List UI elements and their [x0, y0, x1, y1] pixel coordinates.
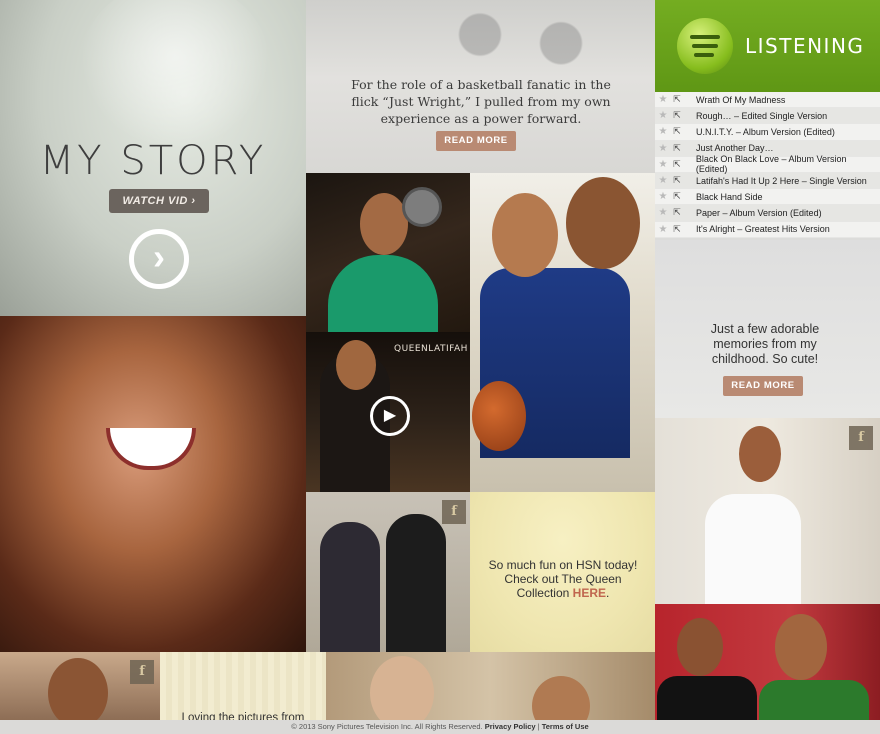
share-icon[interactable]: ⇱: [670, 143, 684, 154]
my-story-tile: MY STORY WATCH VID › ›: [0, 0, 306, 316]
track-title: Black Hand Side: [696, 191, 763, 202]
privacy-policy-link[interactable]: Privacy Policy: [485, 722, 536, 731]
share-icon[interactable]: ⇱: [670, 207, 684, 218]
track-title: Paper – Album Version (Edited): [696, 207, 822, 218]
share-icon[interactable]: ⇱: [670, 94, 684, 105]
track-row[interactable]: ★ ⇱ Latifah's Had It Up 2 Here – Single Ve…: [655, 172, 880, 190]
queen-latifah-video-tile[interactable]: QUEENLATIFAH ▶: [306, 332, 470, 492]
spotify-logo-icon[interactable]: [677, 18, 733, 74]
star-icon[interactable]: ★: [656, 159, 670, 170]
memories-read-more-button[interactable]: READ MORE: [723, 376, 803, 396]
track-row[interactable]: ★ ⇱ Wrath Of My Madness: [655, 92, 880, 109]
memories-post-tile: Just a few adorable memories from my chi…: [655, 240, 880, 418]
track-title: Just Another Day…: [696, 143, 774, 154]
white-dress-photo[interactable]: f: [655, 418, 880, 604]
star-icon[interactable]: ★: [656, 207, 670, 218]
facebook-icon[interactable]: f: [849, 426, 873, 450]
listening-panel: LISTENING ★ ⇱ Wrath Of My Madness ★ ⇱ Rough……: [655, 0, 880, 418]
track-title: It's Alright – Greatest Hits Version: [696, 224, 830, 235]
track-row[interactable]: ★ ⇱ Paper – Album Version (Edited): [655, 205, 880, 222]
star-icon[interactable]: ★: [656, 126, 670, 137]
track-title: U.N.I.T.Y. – Album Version (Edited): [696, 126, 835, 137]
share-icon[interactable]: ⇱: [670, 126, 684, 137]
track-row[interactable]: ★ ⇱ Rough… – Edited Single Version: [655, 108, 880, 125]
watch-vid-button[interactable]: WATCH VID ›: [109, 189, 209, 213]
hsn-photo[interactable]: f: [306, 492, 470, 652]
track-list: ★ ⇱ Wrath Of My Madness ★ ⇱ Rough… – Edited …: [655, 92, 880, 238]
basketball-read-more-button[interactable]: READ MORE: [436, 131, 516, 151]
basketball-post-text: For the role of a basketball fanatic in …: [351, 77, 611, 126]
track-row[interactable]: ★ ⇱ U.N.I.T.Y. – Album Version (Edited): [655, 124, 880, 141]
hsn-post-tile: So much fun on HSN today! Check out The …: [470, 492, 655, 652]
just-wright-couple-photo[interactable]: [470, 173, 655, 493]
star-icon[interactable]: ★: [656, 143, 670, 154]
facebook-icon[interactable]: f: [130, 660, 154, 684]
recording-studio-photo[interactable]: [306, 173, 470, 332]
play-icon[interactable]: ▶: [370, 396, 410, 436]
bottom-photo-right[interactable]: [326, 652, 655, 724]
my-story-title: MY STORY: [39, 138, 267, 184]
share-icon[interactable]: ⇱: [670, 224, 684, 235]
facebook-icon[interactable]: f: [442, 500, 466, 524]
basketball-icon: [472, 381, 526, 451]
play-circle-icon[interactable]: ›: [129, 229, 189, 289]
share-icon[interactable]: ⇱: [670, 110, 684, 121]
star-icon[interactable]: ★: [656, 224, 670, 235]
copyright-text: © 2013 Sony Pictures Television Inc. All…: [291, 722, 483, 731]
star-icon[interactable]: ★: [656, 191, 670, 202]
video-label: QUEENLATIFAH: [394, 344, 468, 354]
memories-post-text: Just a few adorable memories from my chi…: [710, 322, 820, 366]
track-row[interactable]: ★ ⇱ Black On Black Love – Album Version (E…: [655, 154, 880, 175]
smiling-closeup-photo[interactable]: [0, 316, 306, 652]
track-row[interactable]: ★ ⇱ It's Alright – Greatest Hits Version: [655, 221, 880, 238]
track-title: Rough… – Edited Single Version: [696, 110, 828, 121]
terms-of-use-link[interactable]: Terms of Use: [542, 722, 589, 731]
hsn-here-link[interactable]: HERE: [573, 586, 606, 600]
share-icon[interactable]: ⇱: [670, 191, 684, 202]
microphone-icon: [402, 187, 442, 227]
track-row[interactable]: ★ ⇱ Black Hand Side: [655, 189, 880, 206]
listening-title: LISTENING: [745, 34, 865, 58]
pictures-post-tile: Loving the pictures from: [160, 652, 326, 724]
footer: © 2013 Sony Pictures Television Inc. All…: [0, 720, 880, 734]
star-icon[interactable]: ★: [656, 110, 670, 121]
red-wall-photo[interactable]: [655, 604, 880, 724]
share-icon[interactable]: ⇱: [670, 175, 684, 186]
track-title: Latifah's Had It Up 2 Here – Single Vers…: [696, 175, 867, 186]
track-title: Wrath Of My Madness: [696, 94, 786, 105]
bottom-photo-left[interactable]: f: [0, 652, 160, 724]
star-icon[interactable]: ★: [656, 94, 670, 105]
share-icon[interactable]: ⇱: [670, 159, 684, 170]
baby-photo: [80, 0, 270, 150]
basketball-post-tile: For the role of a basketball fanatic in …: [306, 0, 655, 173]
hsn-post-text: So much fun on HSN today! Check out The …: [488, 558, 638, 600]
listening-header: LISTENING: [655, 0, 880, 92]
track-title: Black On Black Love – Album Version (Edi…: [695, 154, 847, 175]
star-icon[interactable]: ★: [656, 175, 670, 186]
smile-shape: [106, 428, 196, 470]
